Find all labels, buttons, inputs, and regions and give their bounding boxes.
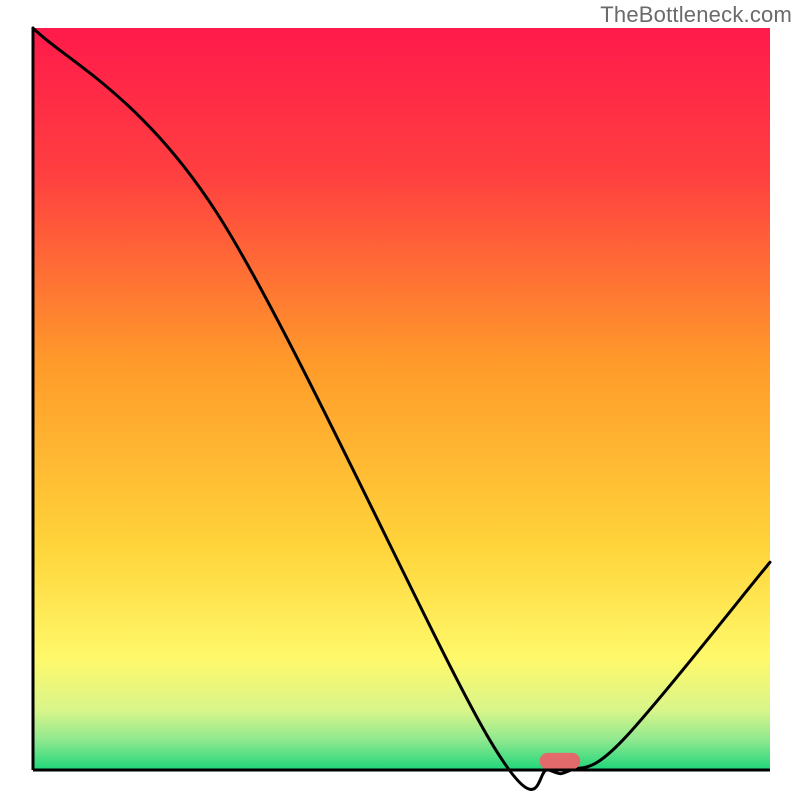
bottleneck-chart [0, 0, 800, 800]
watermark-label: TheBottleneck.com [600, 2, 792, 28]
chart-stage: TheBottleneck.com [0, 0, 800, 800]
sweet-spot-marker [540, 753, 581, 769]
plot-background [33, 28, 770, 770]
